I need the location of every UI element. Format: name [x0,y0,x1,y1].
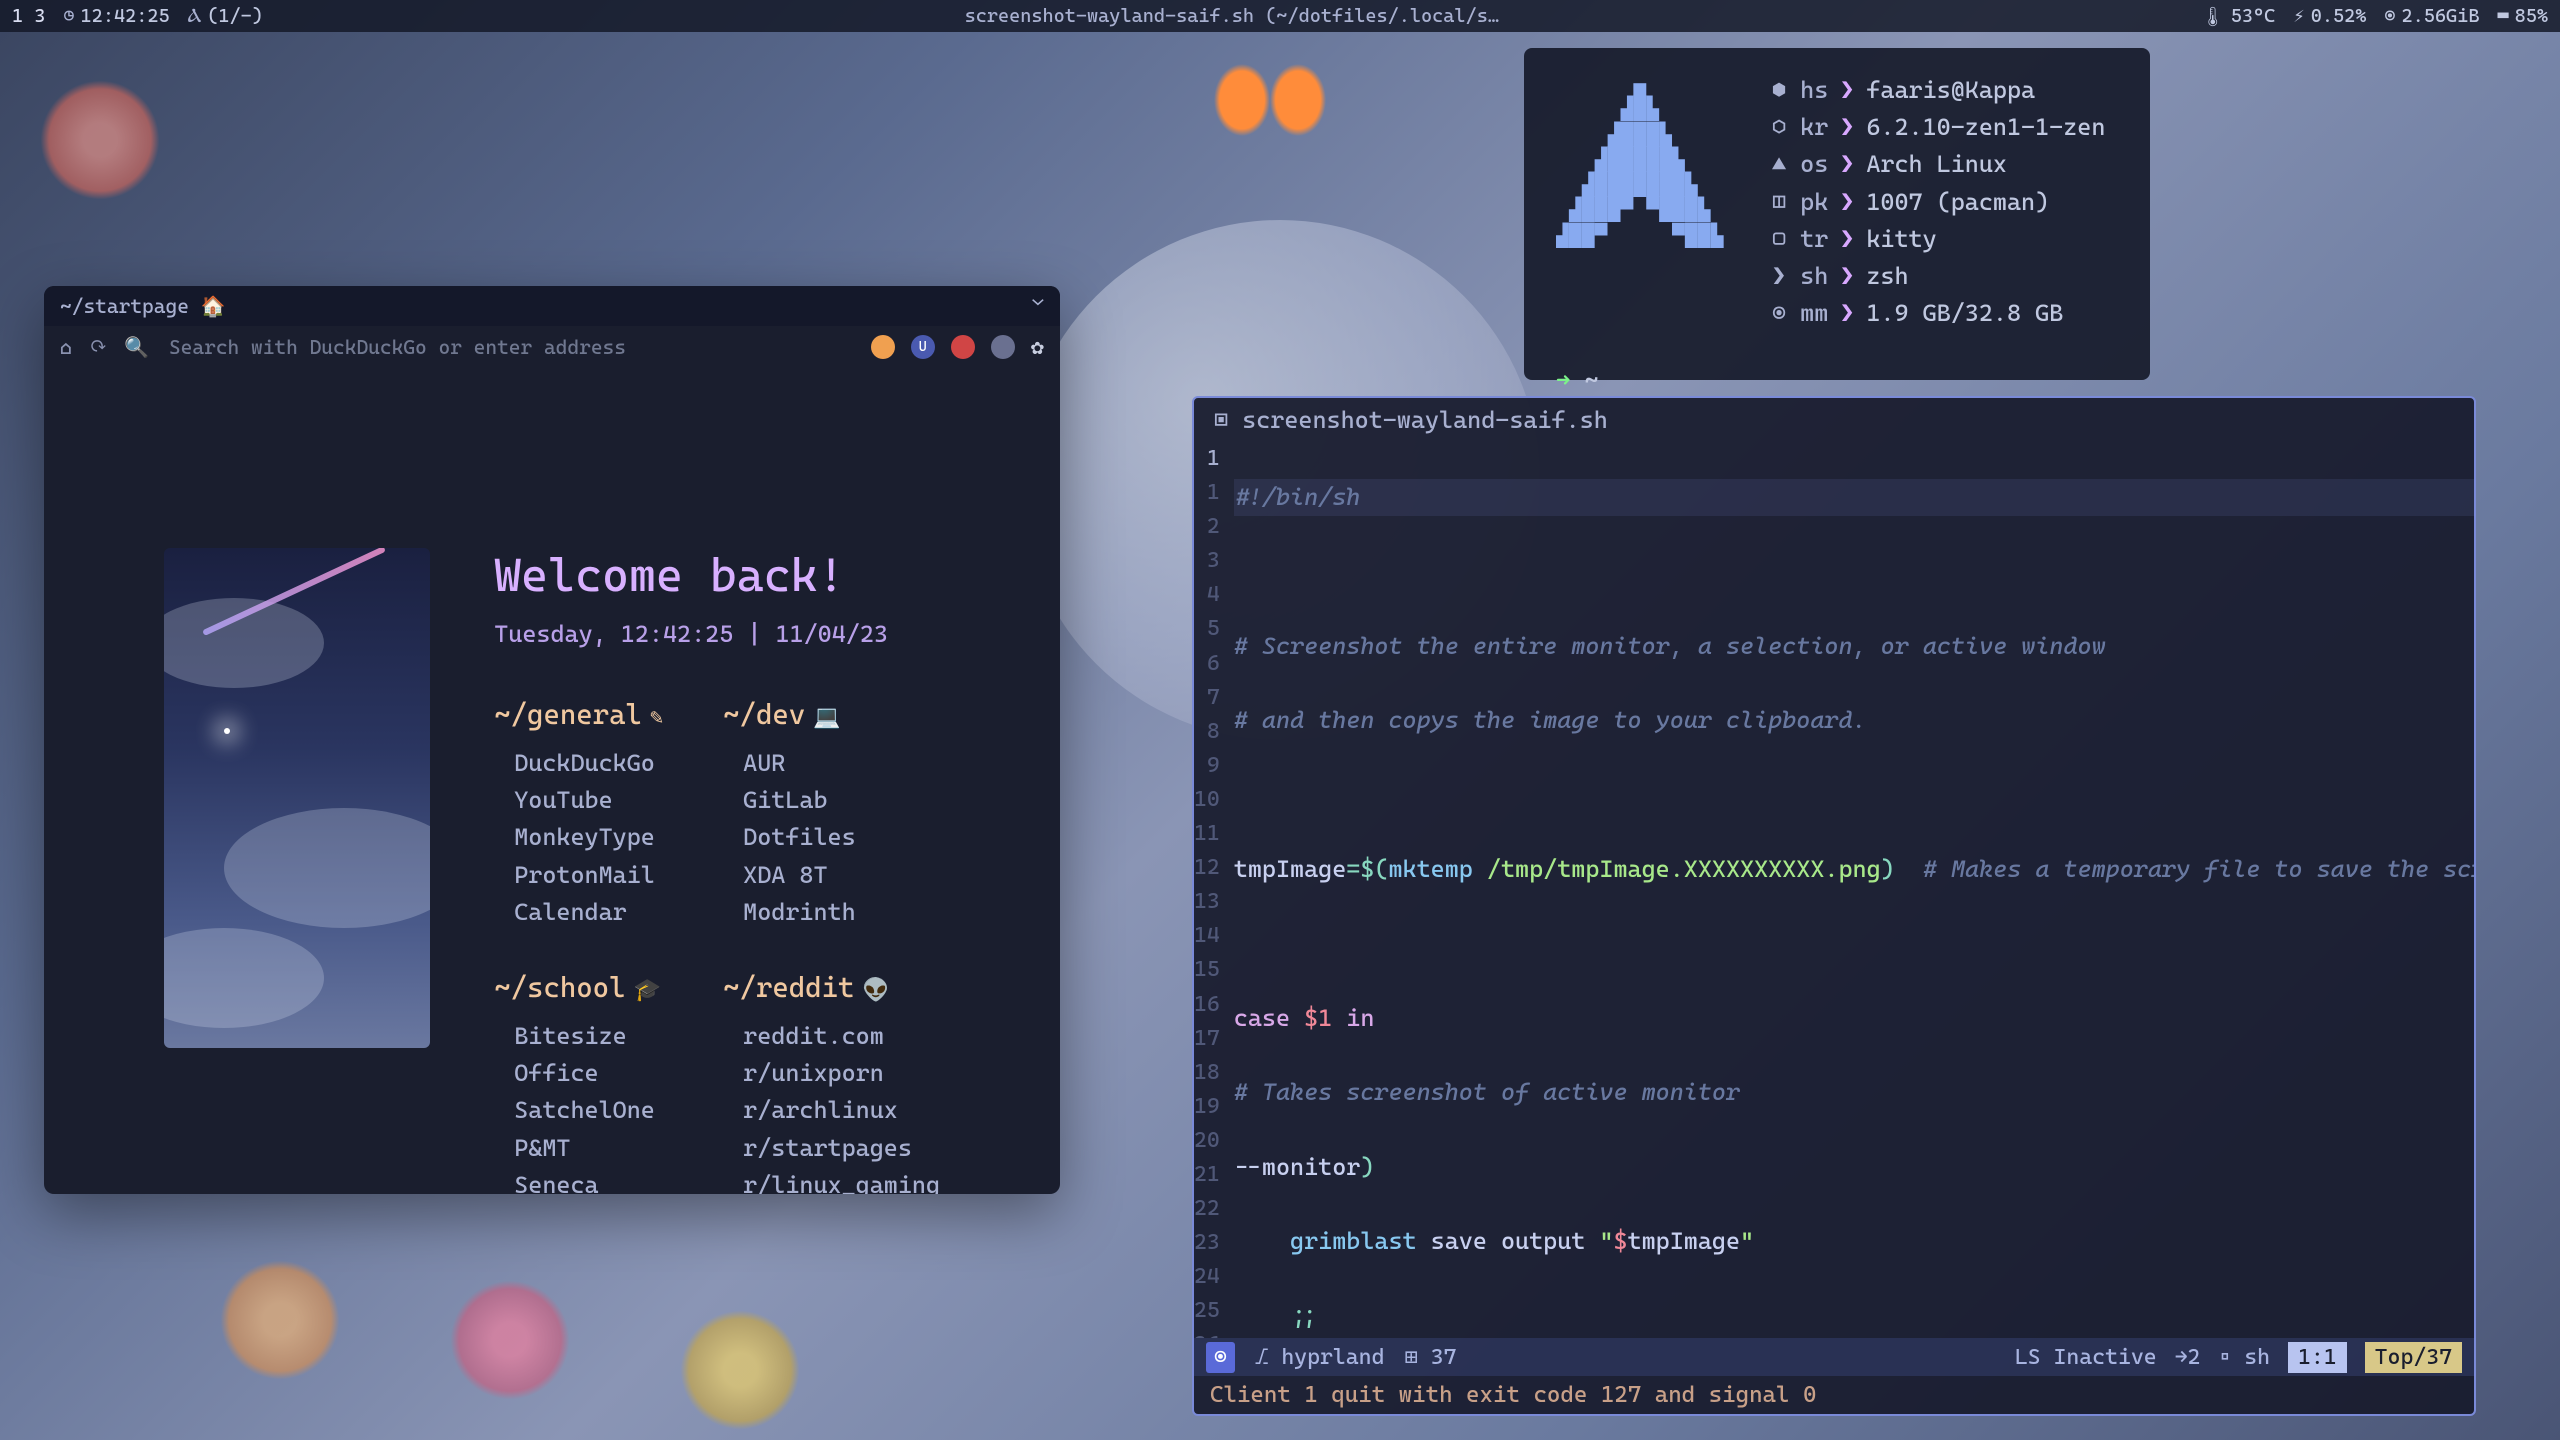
refresh-icon[interactable]: ⟳ [92,334,104,360]
browser-tab-bar: ~/startpage 🏠 ⌄ [44,286,1060,326]
editor-window: ▣ screenshot-wayland-saif.sh 1 1 2 3 4 5… [1192,396,2476,1416]
temp-icon: 🌡 [2201,5,2225,28]
workspace-indicator[interactable]: 1 3 [12,5,45,27]
system-info: ⬢ hs❯faaris@Kappa ⬡ kr❯6.2.10-zen1-1-zen… [1772,72,2118,332]
link-calendar[interactable]: Calendar [514,894,663,931]
git-branch: ⎇ hyprland [1255,1344,1385,1371]
scroll-position: Top/37 [2365,1342,2462,1373]
clock-icon: ◷ [63,5,74,27]
arch-logo: ▄ ▟█▙ ▟███▙ ▟█████▙ ▟███████▙ ▟███▀ ▀███… [1556,72,1736,332]
address-bar[interactable]: Search with DuckDuckGo or enter address [169,335,851,359]
mem-icon: ◉ [2384,5,2395,27]
line-numbers: 1 1 2 3 4 5 6 7 8 9 10 11 12 13 14 15 16… [1194,442,1234,1338]
link-protonmail[interactable]: ProtonMail [514,857,663,894]
cpu-icon: ⚡ [2293,5,2304,27]
line-count: ⊞ 37 [1404,1345,1456,1370]
indent-status: →2 [2175,1345,2201,1370]
link-office[interactable]: Office [514,1055,663,1092]
window-title: screenshot-wayland-saif.sh (~/dotfiles/.… [263,5,2201,27]
welcome-heading: Welcome back! [494,548,940,602]
link-bitesize[interactable]: Bitesize [514,1018,663,1055]
category-school: ~/school🎓 Bitesize Office SatchelOne P&M… [494,971,663,1194]
link-unixporn[interactable]: r/unixporn [743,1055,940,1092]
graduation-icon: 🎓 [633,978,660,1003]
cpu-widget: ⚡ 0.52% [2293,5,2366,27]
link-modrinth[interactable]: Modrinth [743,894,940,931]
extension-bitwarden-icon[interactable]: U [911,335,935,359]
extension-icon-1[interactable] [871,335,895,359]
category-reddit: ~/reddit👽 reddit.com r/unixporn r/archli… [723,971,940,1194]
layout-text: (1/-) [207,5,263,27]
cursor-position: 1:1 [2288,1342,2347,1373]
browser-toolbar: ⌂ ⟳ 🔍 Search with DuckDuckGo or enter ad… [44,326,1060,368]
browser-tab[interactable]: ~/startpage 🏠 [60,294,226,318]
category-general: ~/general✎ DuckDuckGo YouTube MonkeyType… [494,698,663,931]
laptop-icon: 💻 [813,705,840,730]
extension-icon-3[interactable] [951,335,975,359]
link-youtube[interactable]: YouTube [514,782,663,819]
terminal-neofetch[interactable]: ▄ ▟█▙ ▟███▙ ▟█████▙ ▟███████▙ ▟███▀ ▀███… [1524,48,2150,380]
clock: 12:42:25 [81,5,170,27]
link-linuxgaming[interactable]: r/linux_gaming [743,1167,940,1194]
link-duckduckgo[interactable]: DuckDuckGo [514,745,663,782]
editor-status-line: ◉ ⎇ hyprland ⊞ 37 LS Inactive →2 ▫ sh 1:… [1194,1338,2474,1376]
filetype: ▫ sh [2218,1345,2270,1370]
code-area[interactable]: #!/bin/sh # Screenshot the entire monito… [1234,442,2474,1338]
status-bar: 1 3 ◷ 12:42:25 Ⲁ (1/-) screenshot-waylan… [0,0,2560,32]
editor-tab[interactable]: ▣ screenshot-wayland-saif.sh [1194,398,2474,442]
battery-icon: ▬ [2497,5,2508,27]
mode-badge: ◉ [1206,1342,1235,1373]
link-archlinux[interactable]: r/archlinux [743,1092,940,1129]
bookmark-icon[interactable]: ✿ [1031,335,1044,360]
link-dotfiles[interactable]: Dotfiles [743,819,940,856]
link-pmt[interactable]: P&MT [514,1130,663,1167]
link-startpages[interactable]: r/startpages [743,1130,940,1167]
browser-window: ~/startpage 🏠 ⌄ ⌂ ⟳ 🔍 Search with DuckDu… [44,286,1060,1194]
editor-message: Client 1 quit with exit code 127 and sig… [1194,1376,2474,1414]
link-reddit[interactable]: reddit.com [743,1018,940,1055]
link-satchelone[interactable]: SatchelOne [514,1092,663,1129]
link-monkeytype[interactable]: MonkeyType [514,819,663,856]
datetime-text: Tuesday, 12:42:25 | 11/04/23 [494,620,940,648]
category-dev: ~/dev💻 AUR GitLab Dotfiles XDA 8T Modrin… [723,698,940,931]
tab-dropdown-icon[interactable]: ⌄ [1032,293,1044,319]
layout-icon: Ⲁ [188,5,202,27]
search-icon: 🔍 [124,335,149,359]
link-seneca[interactable]: Seneca [514,1167,663,1194]
link-aur[interactable]: AUR [743,745,940,782]
link-xda[interactable]: XDA 8T [743,857,940,894]
battery-widget: ▬ 85% [2497,5,2548,27]
startpage-content: Welcome back! Tuesday, 12:42:25 | 11/04/… [44,368,1060,1194]
pencil-icon: ✎ [650,705,663,730]
lsp-status: LS Inactive [2015,1345,2157,1370]
shell-prompt[interactable]: ➜ ~ [1556,362,2118,399]
temperature-widget: 🌡 53°C [2201,5,2276,28]
startpage-image [164,548,430,1048]
home-icon[interactable]: ⌂ [60,335,72,359]
reddit-icon: 👽 [862,978,889,1003]
link-gitlab[interactable]: GitLab [743,782,940,819]
extension-icon-4[interactable] [991,335,1015,359]
memory-widget: ◉ 2.56GiB [2384,5,2479,27]
